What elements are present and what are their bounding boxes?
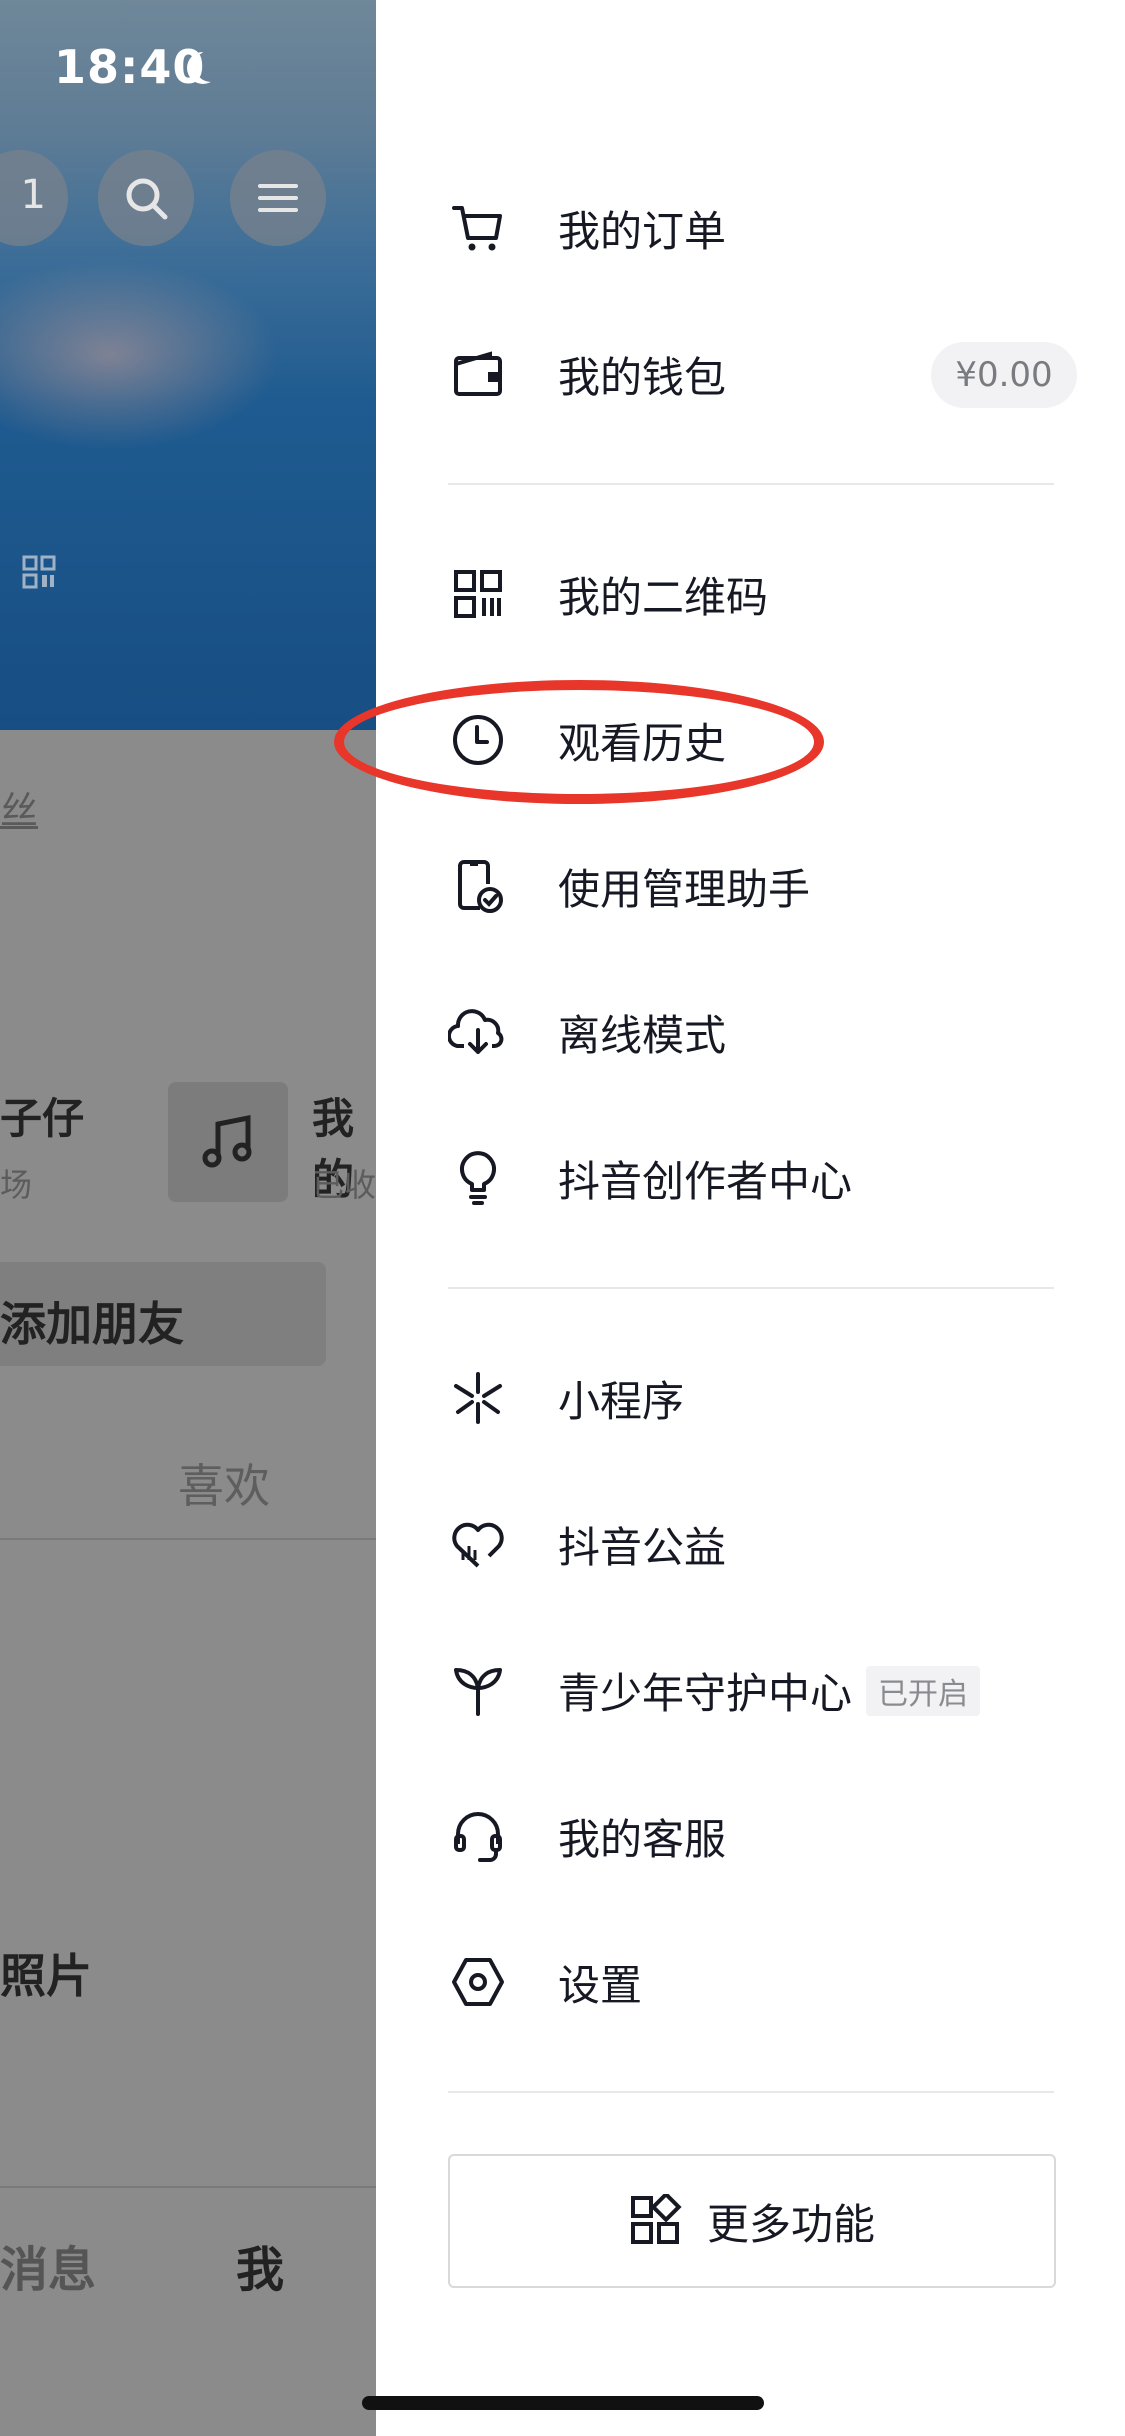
photo-label: 照片 xyxy=(0,1949,92,2003)
divider-1 xyxy=(448,483,1054,485)
apps-icon xyxy=(630,2194,682,2244)
add-friend-label: 添加朋友 xyxy=(0,1297,184,1351)
search-button[interactable] xyxy=(98,150,194,246)
cart-icon xyxy=(448,198,508,258)
menu-item-qrcode[interactable]: 我的二维码 xyxy=(448,544,1068,644)
moon-icon xyxy=(195,50,227,82)
hamburger-icon xyxy=(258,184,298,212)
bottom-bar-divider xyxy=(0,2186,376,2188)
menu-label-creator-center: 抖音创作者中心 xyxy=(558,1156,853,1206)
menu-item-charity[interactable]: 抖音公益 xyxy=(448,1494,1068,1594)
fan-item-sub: 场 xyxy=(0,1166,33,1204)
wallet-balance-badge: ¥0.00 xyxy=(931,342,1077,408)
fan-item-name: 子仔 xyxy=(0,1094,85,1143)
side-drawer: 我的订单 我的钱包 ¥0.00 我的二维码 观看历史 使用管理助手 离线模式 抖… xyxy=(334,0,1125,2436)
tab-like[interactable]: 喜欢 xyxy=(178,1450,270,1516)
menu-item-orders[interactable]: 我的订单 xyxy=(448,178,1068,278)
menu-label-customer-service: 我的客服 xyxy=(558,1814,727,1864)
menu-label-charity: 抖音公益 xyxy=(558,1522,727,1572)
youth-status-badge: 已开启 xyxy=(866,1666,980,1716)
menu-button[interactable] xyxy=(230,150,326,246)
more-features-button[interactable]: 更多功能 xyxy=(448,2154,1056,2288)
home-indicator xyxy=(362,2396,764,2410)
menu-label-settings: 设置 xyxy=(558,1960,643,2010)
profile-body-dimmed xyxy=(0,730,376,2436)
menu-item-mini-program[interactable]: 小程序 xyxy=(448,1348,1068,1448)
menu-label-qrcode: 我的二维码 xyxy=(558,572,769,622)
cloud-download-icon xyxy=(448,1002,508,1062)
friends-count: 1 xyxy=(20,172,46,218)
music-item-sub: 已收 xyxy=(312,1166,376,1204)
status-time: 18:40 xyxy=(54,40,206,94)
heart-charity-icon xyxy=(448,1514,508,1574)
divider-3 xyxy=(448,2091,1054,2093)
more-features-label: 更多功能 xyxy=(706,2199,875,2249)
menu-label-mini-program: 小程序 xyxy=(558,1376,685,1426)
qrcode-icon xyxy=(448,564,508,624)
music-note-icon xyxy=(202,1114,252,1168)
search-icon xyxy=(126,178,168,220)
gear-icon xyxy=(448,1952,508,2012)
menu-item-creator-center[interactable]: 抖音创作者中心 xyxy=(448,1128,1068,1228)
mini-program-icon xyxy=(448,1368,508,1428)
tab-divider xyxy=(0,1538,376,1540)
music-tile[interactable] xyxy=(168,1082,288,1202)
menu-label-offline: 离线模式 xyxy=(558,1010,727,1060)
headset-icon xyxy=(448,1806,508,1866)
menu-item-settings[interactable]: 设置 xyxy=(448,1932,1068,2032)
history-highlight-circle xyxy=(334,680,824,804)
qrcode-mini-icon[interactable] xyxy=(22,555,56,589)
menu-item-offline[interactable]: 离线模式 xyxy=(448,982,1068,1082)
phone-check-icon xyxy=(448,856,508,916)
fans-label[interactable]: 丝 xyxy=(0,780,38,835)
menu-label-wallet: 我的钱包 xyxy=(558,352,727,402)
menu-label-youth-center: 青少年守护中心 xyxy=(558,1668,853,1718)
menu-label-orders: 我的订单 xyxy=(558,206,727,256)
menu-item-customer-service[interactable]: 我的客服 xyxy=(448,1786,1068,1886)
menu-label-usage-manager: 使用管理助手 xyxy=(558,864,811,914)
divider-2 xyxy=(448,1287,1054,1289)
menu-item-usage-manager[interactable]: 使用管理助手 xyxy=(448,836,1068,936)
sprout-icon xyxy=(448,1660,508,1720)
profile-background: 18:40 1 丝 子仔 场 我的 已收 添加朋友 喜欢 照片 消息 我 xyxy=(0,0,376,2436)
wallet-icon xyxy=(448,344,508,404)
bulb-icon xyxy=(448,1148,508,1208)
tab-me[interactable]: 我 xyxy=(236,2230,284,2300)
tab-messages[interactable]: 消息 xyxy=(0,2230,96,2300)
